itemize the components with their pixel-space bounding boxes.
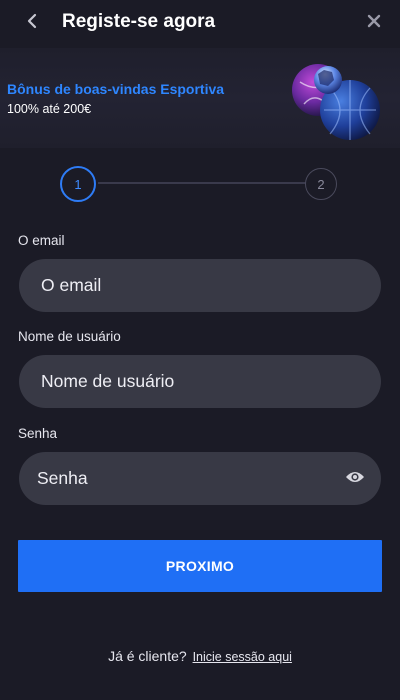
close-icon xyxy=(367,14,381,33)
username-input[interactable] xyxy=(19,355,381,408)
close-button[interactable] xyxy=(362,10,386,36)
step-1-indicator: 1 xyxy=(60,166,96,202)
header: Registe-se agora xyxy=(0,0,400,48)
registration-stepper: 1 2 xyxy=(0,160,400,206)
login-link[interactable]: Inicie sessão aqui xyxy=(193,650,292,664)
page-title: Registe-se agora xyxy=(62,11,216,32)
username-field-container xyxy=(19,355,381,408)
email-input[interactable] xyxy=(19,259,381,312)
stepper-connector xyxy=(98,182,306,184)
banner-title: Bônus de boas-vindas Esportiva xyxy=(7,81,225,97)
welcome-bonus-banner[interactable]: Bônus de boas-vindas Esportiva 100% até … xyxy=(0,48,400,148)
email-field-container xyxy=(19,259,381,312)
step-2-indicator: 2 xyxy=(305,168,337,200)
existing-client-text: Já é cliente? xyxy=(108,648,187,664)
password-input[interactable] xyxy=(19,452,381,505)
login-prompt: Já é cliente? Inicie sessão aqui xyxy=(0,648,400,664)
eye-icon xyxy=(345,470,365,489)
username-label: Nome de usuário xyxy=(18,329,121,344)
sports-balls-illustration xyxy=(288,60,388,148)
password-label: Senha xyxy=(18,426,58,441)
banner-subtitle: 100% até 200€ xyxy=(7,102,92,116)
next-button[interactable]: PROXIMO xyxy=(18,540,382,592)
email-label: O email xyxy=(18,233,65,248)
show-password-toggle[interactable] xyxy=(345,469,365,489)
chevron-left-icon xyxy=(26,13,38,34)
back-button[interactable] xyxy=(18,8,46,38)
password-field-container xyxy=(19,452,381,505)
